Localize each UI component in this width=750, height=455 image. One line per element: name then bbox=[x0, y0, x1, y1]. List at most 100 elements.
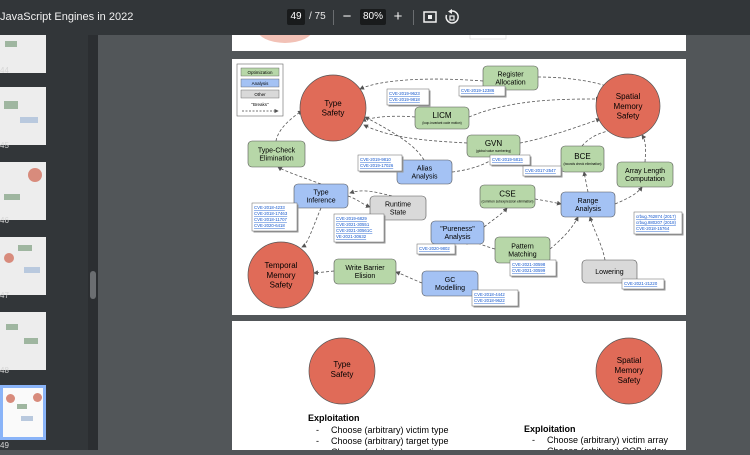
page-count: / 75 bbox=[309, 11, 326, 22]
diagram-nodes: Type SafetySpatial Memory SafetyTemporal Mem… bbox=[247, 65, 674, 309]
dependency-arrow bbox=[614, 186, 643, 205]
zoom-out-button[interactable]: − bbox=[338, 8, 356, 26]
legend-other-label: Other bbox=[254, 92, 266, 97]
dependency-arrow bbox=[468, 96, 601, 118]
scrollbar-thumb[interactable] bbox=[90, 271, 96, 299]
cve-link[interactable]: crbug.762874 (2017) bbox=[636, 214, 676, 219]
rotate-button[interactable] bbox=[443, 8, 461, 26]
pattern-matching-node-label: Pattern Matching bbox=[508, 243, 537, 258]
cve-link[interactable]: CVE-2020-9802 bbox=[419, 246, 450, 251]
cse-node-label: CSE bbox=[499, 189, 515, 198]
cve-link[interactable]: CVE-2018-4233 bbox=[254, 205, 285, 210]
rotate-icon bbox=[445, 9, 459, 24]
sidebar-scrollbar[interactable] bbox=[88, 35, 98, 450]
thumbnail-page-number: 49 bbox=[0, 441, 9, 450]
cve-link[interactable]: CVE-2018-4442 bbox=[474, 292, 505, 297]
cve-link[interactable]: VE-2021-30632 bbox=[336, 234, 367, 239]
cve-link[interactable]: CVE-2021-30599 bbox=[512, 268, 546, 273]
type-safety-node-label: Type Safety bbox=[322, 99, 345, 118]
gvn-node-label: GVN bbox=[485, 139, 503, 148]
lowering-node-label: Lowering bbox=[595, 269, 624, 276]
cve-link[interactable]: CVE-2018-17463 bbox=[254, 211, 288, 216]
current-page: Optimization Analysis Other "Breaks" Typ… bbox=[232, 59, 686, 315]
page-thumbnail[interactable] bbox=[0, 162, 46, 220]
cve-link[interactable]: CVE-2019-12386 bbox=[461, 88, 495, 93]
cve-link[interactable]: CVE-2019-5815 bbox=[492, 157, 523, 162]
cve-link[interactable]: CVE-2017-2547 bbox=[525, 168, 556, 173]
previous-page-graphic bbox=[257, 15, 507, 43]
range-analysis-cve-note: crbug.762874 (2017)crbug.880207 (2018)CV… bbox=[633, 211, 684, 236]
type-inference-cve-note: CVE-2018-4233CVE-2018-17463CVE-2018-1170… bbox=[251, 202, 299, 233]
next-page-graphic: Type Safety Spatial Memory Safety Exploitat… bbox=[308, 337, 669, 455]
fit-page-icon bbox=[423, 11, 437, 23]
register-allocation-node-label: Register Allocation bbox=[495, 71, 525, 86]
cve-link[interactable]: CVE-2021-30561C bbox=[336, 228, 372, 233]
exploitation-item-right: Choose (arbitrary) OOB index bbox=[547, 446, 667, 450]
page-thumbnail[interactable] bbox=[0, 237, 46, 295]
exploitation-item-right: Choose (arbitrary) victim array bbox=[547, 435, 669, 445]
cve-link[interactable]: CVE-2021-30598 bbox=[512, 262, 546, 267]
pdf-toolbar: JavaScript Engines in 2022 49 / 75 − 80%… bbox=[0, 0, 750, 35]
dependency-arrow bbox=[277, 166, 322, 185]
cve-link[interactable]: CVE-2018-11707 bbox=[254, 217, 287, 222]
exploitation-list-left: - Choose (arbitrary) victim type - Choose (… bbox=[316, 425, 449, 455]
cve-link[interactable]: CVE-2019-9810 bbox=[360, 157, 391, 162]
array-length-computation-node-label: Array Length Computation bbox=[625, 168, 665, 183]
pureness-analysis-cve-note: CVE-2020-9802 bbox=[416, 243, 457, 256]
legend-analysis-label: Analysis bbox=[252, 81, 270, 86]
runtime-state-cve-note: CVE-2019-6829CVE-2021-30551CVE-2021-3056… bbox=[333, 213, 386, 244]
toolbar-divider bbox=[333, 10, 334, 25]
spatial-memory-safety-node-label: Spatial Memory Safety bbox=[614, 92, 643, 120]
dependency-arrow bbox=[301, 207, 322, 248]
cve-link[interactable]: CVE-2019-17026 bbox=[360, 163, 394, 168]
page-thumbnail[interactable] bbox=[0, 87, 46, 145]
dependency-arrow bbox=[519, 118, 601, 144]
type-safety-label: Type Safety bbox=[331, 360, 354, 379]
cve-link[interactable]: CVE-2019-9623 bbox=[389, 91, 420, 96]
bce-cve-note: CVE-2017-2547 bbox=[522, 165, 563, 178]
cve-link[interactable]: CVE-2021-30551 bbox=[336, 222, 370, 227]
document-title: JavaScript Engines in 2022 bbox=[0, 11, 134, 23]
page-number-input[interactable]: 49 bbox=[287, 9, 305, 25]
exploitation-bullet: - bbox=[316, 425, 319, 435]
range-analysis-node-label: Range Analysis bbox=[575, 198, 602, 213]
cve-link[interactable]: CVE-2018-9622 bbox=[474, 298, 505, 303]
legend: Optimization Analysis Other "Breaks" bbox=[236, 63, 284, 117]
gc-modelling-cve-note: CVE-2018-4442CVE-2018-9622 bbox=[471, 289, 520, 308]
cve-link[interactable]: CVE-2021-21220 bbox=[624, 281, 658, 286]
lowering-cve-note: CVE-2021-21220 bbox=[621, 278, 666, 291]
previous-page bbox=[232, 15, 686, 51]
alias-analysis-cve-note: CVE-2019-9810CVE-2019-17026 bbox=[357, 154, 404, 173]
cve-link[interactable]: CVE-2019-6829 bbox=[336, 216, 367, 221]
dependency-arrow bbox=[483, 207, 508, 228]
dependency-arrow bbox=[361, 115, 416, 122]
cve-link[interactable]: CVE-2019-9818 bbox=[389, 97, 420, 102]
dependency-arrow bbox=[534, 198, 562, 206]
dependency-arrow bbox=[588, 216, 606, 261]
zoom-in-button[interactable]: + bbox=[389, 8, 407, 26]
dependency-arrow bbox=[347, 195, 371, 208]
next-page: Type Safety Spatial Memory Safety Exploitat… bbox=[232, 321, 686, 455]
register-allocation-cve-note: CVE-2019-12386 bbox=[458, 85, 507, 98]
zoom-level-input[interactable]: 80% bbox=[360, 9, 386, 25]
pattern-matching-cve-note: CVE-2021-30598CVE-2021-30599 bbox=[509, 259, 558, 278]
pureness-analysis-node-label: "Pureness" Analysis bbox=[440, 226, 475, 241]
cve-link[interactable]: CVE-2018-15764 bbox=[636, 226, 670, 231]
cve-link[interactable]: crbug.880207 (2018) bbox=[636, 220, 676, 225]
legend-breaks-label: "Breaks" bbox=[251, 102, 269, 107]
thumbnail-page-number: 45 bbox=[0, 141, 9, 150]
fit-to-page-button[interactable] bbox=[421, 8, 439, 26]
exploitation-list-right: - Choose (arbitrary) victim array - Choose … bbox=[532, 435, 669, 455]
cve-link[interactable]: CVE-2020-6418 bbox=[254, 223, 285, 228]
dependency-arrow bbox=[641, 134, 647, 163]
page-thumbnail[interactable] bbox=[0, 312, 46, 370]
exploitation-heading-right: Exploitation bbox=[524, 424, 576, 434]
exploitation-bullet: - bbox=[316, 436, 319, 446]
thumbnail-page-number: 47 bbox=[0, 291, 9, 300]
exploitation-item-left: Choose (arbitrary) victim type bbox=[331, 425, 449, 435]
toolbar-divider bbox=[413, 10, 414, 25]
dependency-arrow bbox=[349, 189, 393, 197]
page-thumbnail-current[interactable] bbox=[0, 385, 46, 440]
gvn-cve-note: CVE-2019-5815 bbox=[489, 154, 532, 167]
exploitation-bullet: - bbox=[532, 446, 535, 450]
